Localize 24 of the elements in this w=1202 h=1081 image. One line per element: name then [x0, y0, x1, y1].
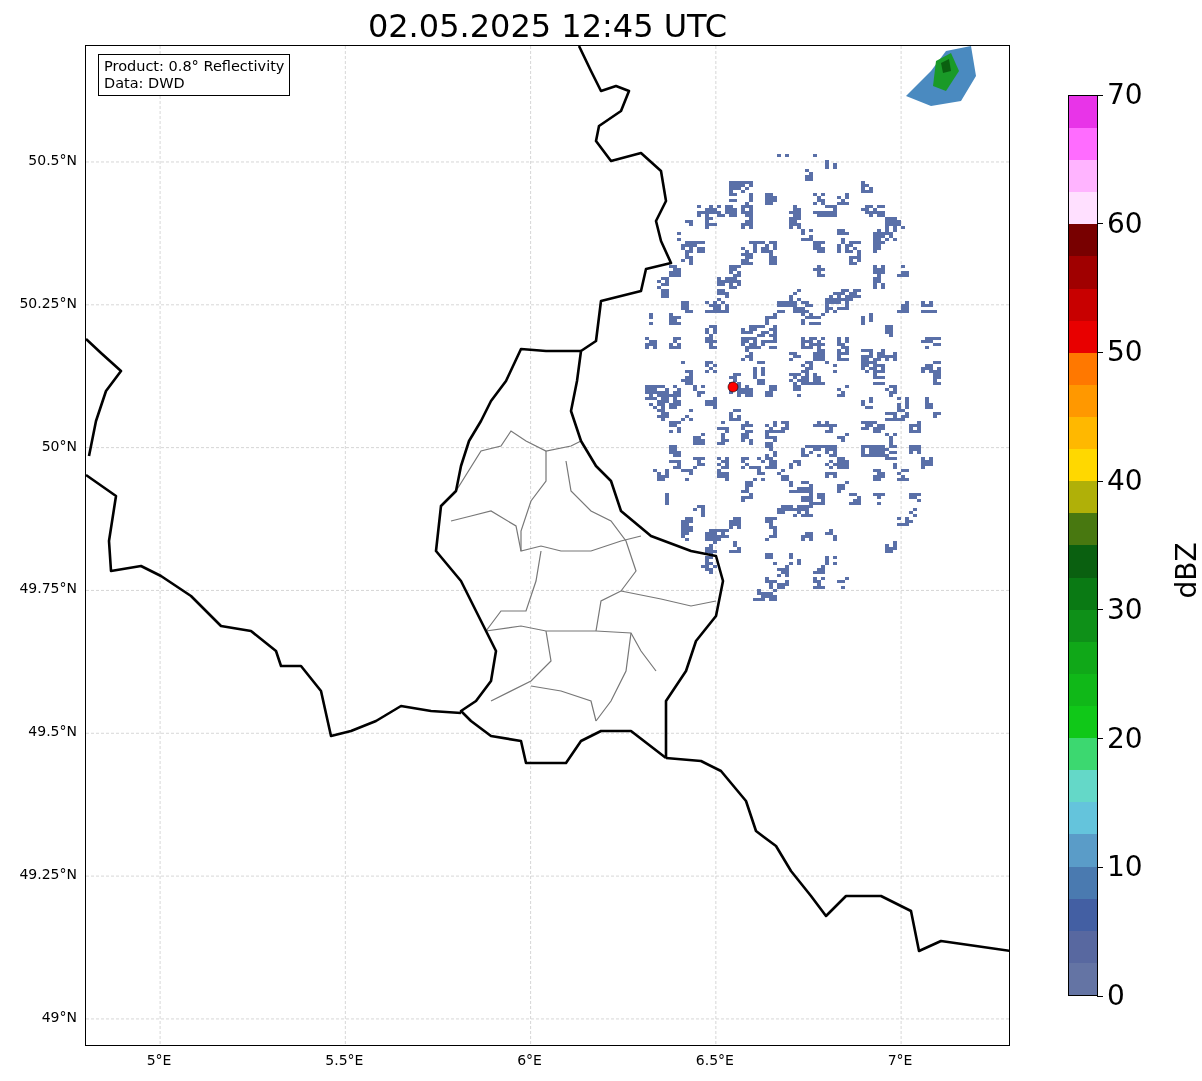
- colorbar-tick-label: 40: [1098, 466, 1143, 497]
- colorbar-tick-label: 60: [1098, 208, 1143, 239]
- latitude-label: 50.5°N: [28, 151, 77, 168]
- chart-title: 02.05.2025 12:45 UTC: [367, 6, 728, 45]
- longitude-label: 5°E: [146, 1052, 172, 1068]
- latitude-label: 50.25°N: [19, 294, 77, 311]
- longitude-label: 6.5°E: [695, 1052, 734, 1068]
- info-text: Product: 0.8° Reflectivity: [104, 58, 285, 75]
- latitude-label: 49.25°N: [19, 866, 77, 883]
- colorbar-tick-label: 20: [1098, 723, 1143, 754]
- longitude-label: 5.5°E: [325, 1052, 364, 1068]
- info-text: Data: DWD: [104, 75, 186, 92]
- latitude-label: 49.5°N: [28, 723, 77, 740]
- colorbar-tick-label: 70: [1098, 80, 1143, 110]
- colorbar-tick-label: 10: [1098, 852, 1143, 883]
- latitude-label: 49°N: [41, 1008, 77, 1025]
- latitude-label: 50°N: [41, 437, 77, 454]
- colorbar-tick-label: 30: [1098, 594, 1143, 625]
- latitude-label: 49.75°N: [19, 580, 77, 597]
- longitude-label: 7°E: [887, 1052, 913, 1068]
- longitude-label: 6°E: [517, 1052, 542, 1068]
- colorbar-label: dBZ: [1169, 542, 1202, 599]
- colorbar-tick-label: 50: [1098, 337, 1143, 368]
- colorbar-tick-label: 0: [1098, 981, 1125, 1011]
